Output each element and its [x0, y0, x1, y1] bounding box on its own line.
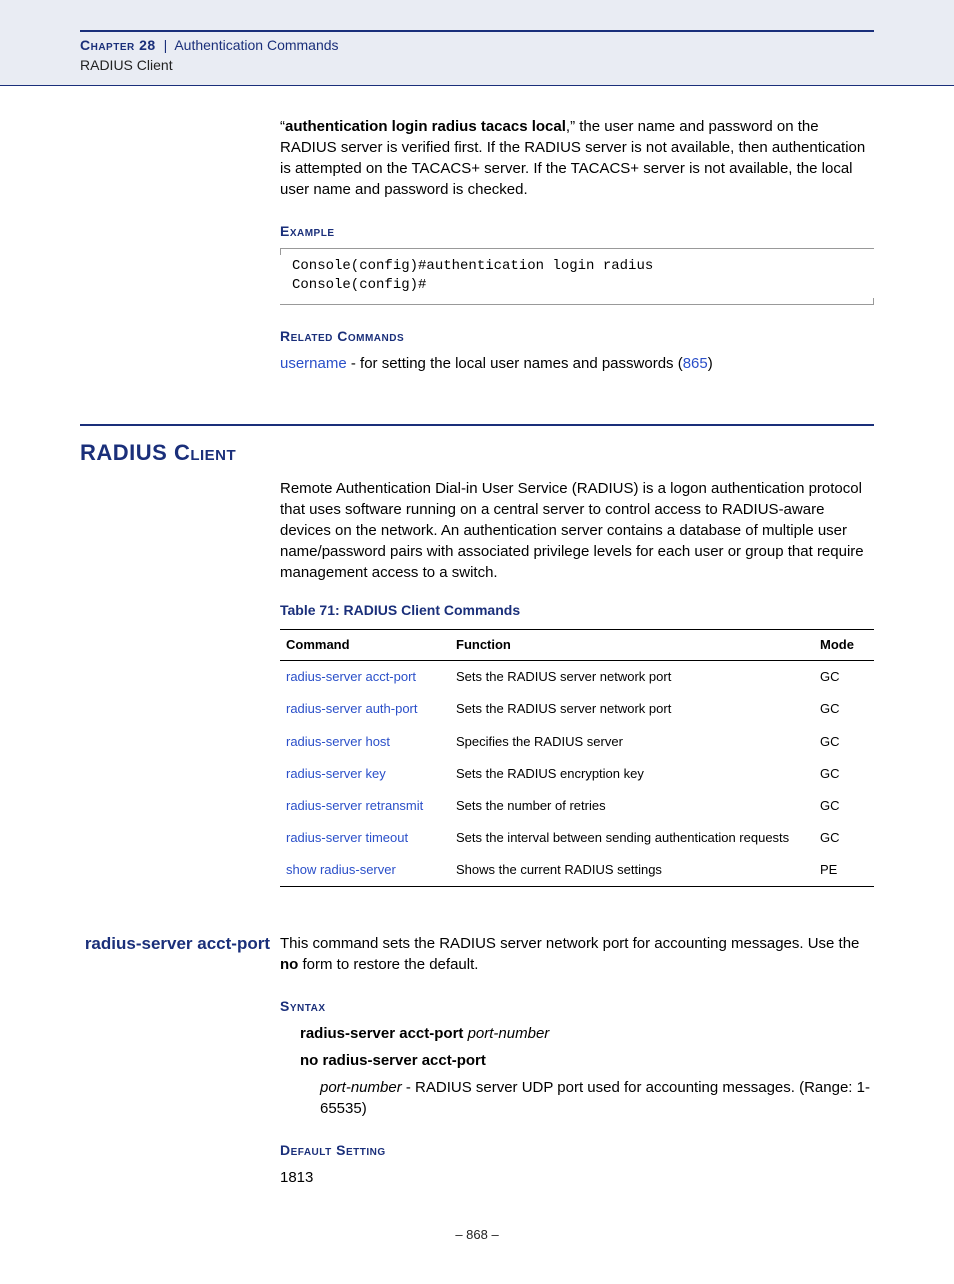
cmd-link[interactable]: radius-server key	[286, 766, 386, 781]
related-pageref[interactable]: 865	[683, 355, 708, 372]
syntax-line-2: no radius-server acct-port	[300, 1050, 874, 1071]
th-mode: Mode	[814, 629, 874, 660]
default-setting-value: 1813	[280, 1167, 874, 1188]
table-row: radius-server acct-port Sets the RADIUS …	[280, 661, 874, 694]
command-body: This command sets the RADIUS server netw…	[280, 933, 874, 1187]
syntax-bold: radius-server acct-port	[300, 1025, 468, 1042]
syntax-line-1: radius-server acct-port port-number	[300, 1023, 874, 1044]
related-close: )	[708, 355, 713, 372]
header-line-2: RADIUS Client	[80, 56, 874, 76]
table-body: radius-server acct-port Sets the RADIUS …	[280, 661, 874, 887]
related-commands-text: username - for setting the local user na…	[280, 353, 874, 374]
cell-command: radius-server key	[280, 758, 450, 790]
section-content: Remote Authentication Dial-in User Servi…	[280, 478, 874, 887]
syntax-no-form: no radius-server acct-port	[300, 1052, 486, 1069]
table-header-row: Command Function Mode	[280, 629, 874, 660]
intro-paragraph: “authentication login radius tacacs loca…	[280, 116, 874, 373]
section-paragraph: Remote Authentication Dial-in User Servi…	[280, 478, 874, 583]
cmd-link[interactable]: radius-server auth-port	[286, 701, 418, 716]
cell-command: radius-server acct-port	[280, 661, 450, 694]
table-row: radius-server key Sets the RADIUS encryp…	[280, 758, 874, 790]
intro-command-bold: authentication login radius tacacs local	[285, 118, 566, 135]
cell-mode: GC	[814, 726, 874, 758]
cell-function: Sets the RADIUS server network port	[450, 693, 814, 725]
section-rule	[80, 424, 874, 426]
table-row: radius-server host Specifies the RADIUS …	[280, 726, 874, 758]
th-function: Function	[450, 629, 814, 660]
cmd-desc-bold: no	[280, 956, 298, 973]
cell-function: Sets the RADIUS encryption key	[450, 758, 814, 790]
syntax-param-desc: port-number - RADIUS server UDP port use…	[320, 1077, 874, 1119]
chapter-label: Chapter 28	[80, 37, 156, 53]
table-row: radius-server retransmit Sets the number…	[280, 790, 874, 822]
cell-function: Sets the RADIUS server network port	[450, 661, 814, 694]
cell-command: radius-server auth-port	[280, 693, 450, 725]
related-text: - for setting the local user names and p…	[347, 355, 683, 372]
command-name: radius-server acct-port	[80, 933, 280, 1187]
cell-command: radius-server timeout	[280, 822, 450, 854]
related-link-username[interactable]: username	[280, 355, 347, 372]
cmd-link[interactable]: radius-server retransmit	[286, 798, 423, 813]
syntax-ital: port-number	[468, 1025, 550, 1042]
param-desc-text: - RADIUS server UDP port used for accoun…	[320, 1079, 870, 1117]
example-code-block: Console(config)#authentication login rad…	[280, 248, 874, 305]
radius-commands-table: Command Function Mode radius-server acct…	[280, 629, 874, 888]
page-body: “authentication login radius tacacs loca…	[0, 86, 954, 1284]
cell-mode: GC	[814, 693, 874, 725]
th-command: Command	[280, 629, 450, 660]
cmd-link[interactable]: radius-server host	[286, 734, 390, 749]
table-row: radius-server auth-port Sets the RADIUS …	[280, 693, 874, 725]
cell-command: radius-server retransmit	[280, 790, 450, 822]
page-header: Chapter 28 | Authentication Commands RAD…	[0, 0, 954, 86]
chapter-title: Authentication Commands	[174, 37, 338, 53]
cell-function: Sets the number of retries	[450, 790, 814, 822]
cell-mode: GC	[814, 790, 874, 822]
cell-mode: GC	[814, 758, 874, 790]
example-label: Example	[280, 222, 874, 242]
cmd-link[interactable]: show radius-server	[286, 862, 396, 877]
syntax-label: Syntax	[280, 997, 874, 1017]
cell-command: radius-server host	[280, 726, 450, 758]
cell-function: Specifies the RADIUS server	[450, 726, 814, 758]
header-separator: |	[164, 37, 168, 53]
related-commands-label: Related Commands	[280, 327, 874, 347]
intro-text: “authentication login radius tacacs loca…	[280, 116, 874, 200]
table-caption: Table 71: RADIUS Client Commands	[280, 601, 874, 621]
table-row: radius-server timeout Sets the interval …	[280, 822, 874, 854]
cell-command: show radius-server	[280, 854, 450, 887]
table-row: show radius-server Shows the current RAD…	[280, 854, 874, 887]
cell-function: Shows the current RADIUS settings	[450, 854, 814, 887]
command-description: This command sets the RADIUS server netw…	[280, 933, 874, 975]
header-rule	[80, 30, 874, 32]
cmd-desc-pre: This command sets the RADIUS server netw…	[280, 935, 859, 952]
param-name: port-number	[320, 1079, 402, 1096]
cell-function: Sets the interval between sending authen…	[450, 822, 814, 854]
cmd-link[interactable]: radius-server acct-port	[286, 669, 416, 684]
section-heading: RADIUS Client	[80, 438, 874, 469]
cell-mode: PE	[814, 854, 874, 887]
command-entry: radius-server acct-port This command set…	[80, 933, 874, 1187]
header-line-1: Chapter 28 | Authentication Commands	[80, 36, 874, 56]
default-setting-label: Default Setting	[280, 1141, 874, 1161]
cell-mode: GC	[814, 661, 874, 694]
cmd-desc-post: form to restore the default.	[298, 956, 478, 973]
cell-mode: GC	[814, 822, 874, 854]
cmd-link[interactable]: radius-server timeout	[286, 830, 408, 845]
